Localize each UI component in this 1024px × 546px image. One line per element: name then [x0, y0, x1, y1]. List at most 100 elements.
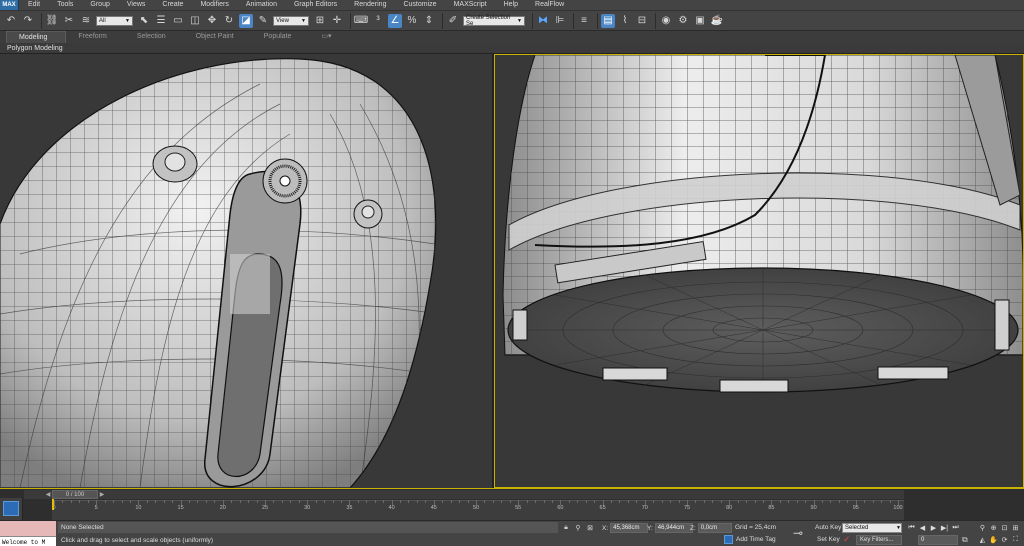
maxscript-output[interactable]: Welcome to M [0, 536, 56, 546]
orbit-icon[interactable]: ⟳ [999, 534, 1010, 546]
render-setup-icon[interactable]: ⚙ [676, 14, 690, 28]
snap-3d-icon[interactable]: ³ [371, 14, 385, 28]
application-button[interactable]: MAX [0, 0, 19, 10]
layer-icon[interactable]: ≡ [577, 14, 591, 28]
key-icon[interactable]: ⊸ [793, 526, 803, 540]
set-key-button[interactable]: Set Key [817, 535, 840, 545]
link-icon[interactable]: ⛓ [45, 14, 59, 28]
goto-end-icon[interactable]: ⏭ [950, 523, 961, 533]
key-filter-icon[interactable]: ✓ [843, 534, 851, 545]
select-move-icon[interactable]: ✥ [205, 14, 219, 28]
window-crossing-icon[interactable]: ◫ [188, 14, 202, 28]
track-tick [838, 500, 840, 503]
tab-object-paint[interactable]: Object Paint [184, 31, 252, 43]
pivot-icon[interactable]: ⊞ [313, 14, 327, 28]
next-frame-icon[interactable]: ▶| [939, 523, 950, 533]
y-field[interactable]: 46,944cm [654, 523, 693, 533]
graphite-icon[interactable]: ▤ [601, 13, 615, 28]
track-bar[interactable]: 0 5 10 15 20 25 30 35 40 45 50 55 60 65 70 75 80 85 90 95 10… [52, 500, 904, 521]
select-scale-icon[interactable]: ◪ [239, 13, 253, 28]
selection-filter-dropdown[interactable]: All ▼ [96, 15, 133, 26]
select-rotate-icon[interactable]: ↻ [222, 14, 236, 28]
auto-key-button[interactable]: Auto Key [815, 523, 841, 533]
maxscript-listener[interactable]: Welcome to M [0, 521, 56, 546]
playhead[interactable] [52, 499, 54, 510]
goto-start-icon[interactable]: ⏮ [906, 523, 917, 533]
track-tick [746, 500, 748, 503]
add-time-tag[interactable]: Add Time Tag [724, 535, 776, 544]
unlink-icon[interactable]: ✂ [62, 14, 76, 28]
undo-icon[interactable]: ↶ [4, 14, 18, 28]
redo-icon[interactable]: ↷ [21, 14, 35, 28]
zoom-extents-icon[interactable]: ⊡ [999, 522, 1010, 534]
menu-realflow[interactable]: RealFlow [526, 0, 572, 10]
render-frame-icon[interactable]: ▣ [693, 14, 707, 28]
lock-icon[interactable]: 🔒︎ [562, 524, 570, 532]
maximize-viewport-icon[interactable]: ⛶ [1010, 534, 1021, 546]
menu-views[interactable]: Views [118, 0, 154, 10]
angle-snap-icon[interactable]: ∠ [388, 13, 402, 28]
tab-freeform[interactable]: Freeform [66, 31, 124, 43]
menu-animation[interactable]: Animation [237, 0, 285, 10]
menu-rendering[interactable]: Rendering [345, 0, 394, 10]
menu-tools[interactable]: Tools [48, 0, 81, 10]
menu-customize[interactable]: Customize [394, 0, 444, 10]
x-field[interactable]: 45,368cm [610, 523, 649, 533]
menu-modifiers[interactable]: Modifiers [191, 0, 236, 10]
viewport-left[interactable] [0, 54, 492, 488]
align-icon[interactable]: ⊫ [553, 14, 567, 28]
time-config-icon[interactable]: ⧉ [962, 535, 968, 545]
zoom-all-icon[interactable]: ⊕ [988, 522, 999, 534]
select-manipulate-icon[interactable]: ✎ [256, 14, 270, 28]
zoom-icon[interactable]: ⚲ [977, 522, 988, 534]
pan-icon[interactable]: ✋ [988, 534, 999, 546]
slider-left-arrow-icon[interactable]: ◀ [44, 490, 52, 499]
select-by-name-icon[interactable]: ☰ [154, 14, 168, 28]
mirror-icon[interactable]: ⧓ [536, 14, 550, 28]
toolbar-separator [655, 12, 656, 29]
bind-space-warp-icon[interactable]: ≋ [79, 14, 93, 28]
spinner-snap-icon[interactable]: ⇕ [422, 14, 436, 28]
tab-selection[interactable]: Selection [125, 31, 184, 43]
current-frame-field[interactable]: 0 [918, 535, 958, 545]
track-tick [146, 500, 148, 503]
percent-snap-icon[interactable]: % [405, 14, 419, 28]
menu-graph-editors[interactable]: Graph Editors [285, 0, 345, 10]
track-tick [754, 500, 756, 503]
key-mode-dropdown[interactable]: Selected ▼ [842, 523, 902, 533]
tab-modeling[interactable]: Modeling [6, 30, 67, 44]
viewport-right[interactable] [494, 54, 1024, 488]
slider-right-arrow-icon[interactable]: ▶ [98, 490, 106, 499]
track-tick [315, 500, 317, 503]
fov-icon[interactable]: ◭ [977, 534, 988, 546]
select-manipulate-icon[interactable]: ✛ [330, 14, 344, 28]
material-editor-icon[interactable]: ◉ [659, 14, 673, 28]
reference-coord-dropdown[interactable]: View ▼ [273, 15, 309, 26]
time-slider-thumb[interactable]: 0 / 100 [52, 490, 98, 499]
z-field[interactable]: 0,0cm [697, 523, 732, 533]
prev-frame-icon[interactable]: ◀ [917, 523, 928, 533]
zoom-extents-all-icon[interactable]: ⊞ [1010, 522, 1021, 534]
mini-curve-editor-toggle[interactable] [0, 498, 23, 521]
menu-help[interactable]: Help [495, 0, 526, 10]
isolate-icon[interactable]: ⚲ [574, 524, 582, 532]
menu-maxscript[interactable]: MAXScript [445, 0, 495, 10]
curve-editor-icon[interactable]: ⌇ [618, 14, 632, 28]
schematic-icon[interactable]: ⊟ [635, 14, 649, 28]
rect-selection-icon[interactable]: ▭ [171, 14, 185, 28]
ribbon-options-icon[interactable]: ▭▾ [309, 31, 349, 43]
keyboard-shortcut-override-icon[interactable]: ⌨ [354, 14, 368, 28]
panel-polygon-modeling[interactable]: Polygon Modeling [7, 43, 63, 54]
named-selection-dropdown[interactable]: Create Selection Se ▼ [463, 15, 525, 27]
tab-populate[interactable]: Populate [252, 31, 310, 43]
play-icon[interactable]: ▶ [928, 523, 939, 533]
time-slider[interactable]: ◀ 0 / 100 ▶ [24, 490, 904, 499]
menu-group[interactable]: Group [81, 0, 117, 10]
menu-create[interactable]: Create [153, 0, 191, 10]
key-filters-button[interactable]: Key Filters... [856, 535, 902, 545]
edit-named-sets-icon[interactable]: ✐ [446, 14, 460, 28]
menu-edit[interactable]: Edit [19, 0, 48, 10]
select-object-icon[interactable]: ⬉ [137, 14, 151, 28]
absolute-mode-icon[interactable]: ⊠ [586, 524, 594, 532]
render-icon[interactable]: ☕ [710, 14, 724, 28]
